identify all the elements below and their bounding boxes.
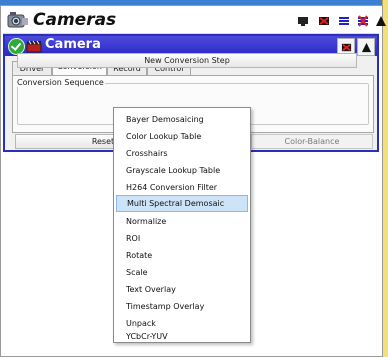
menu-item[interactable]: H264 Conversion Filter bbox=[116, 179, 248, 196]
menu-item[interactable]: Timestamp Overlay bbox=[116, 298, 248, 315]
camera-collapse-button[interactable] bbox=[357, 38, 375, 56]
x-icon bbox=[358, 15, 368, 27]
cameras-window: Cameras Camera Driver Record Control Con… bbox=[0, 5, 386, 357]
close-icon bbox=[319, 17, 329, 25]
collapse-triangle-icon bbox=[376, 16, 386, 26]
camera-title: Camera bbox=[45, 37, 101, 52]
conversion-sequence-label: Conversion Sequence bbox=[16, 78, 105, 87]
menu-item[interactable]: Scale bbox=[116, 264, 248, 281]
menu-item[interactable]: Rotate bbox=[116, 247, 248, 264]
menu-item[interactable]: Text Overlay bbox=[116, 281, 248, 298]
close-window-button[interactable] bbox=[316, 13, 332, 29]
remove-all-button[interactable] bbox=[355, 13, 371, 29]
menu-item-selected[interactable]: Multi Spectral Demosaic bbox=[116, 195, 248, 212]
conversion-step-menu: Bayer Demosaicing Color Lookup Table Cro… bbox=[113, 107, 251, 343]
app-title: Cameras bbox=[33, 10, 117, 30]
menu-item[interactable]: Bayer Demosaicing bbox=[116, 111, 248, 128]
cameras-app-icon bbox=[7, 12, 28, 28]
menu-item[interactable]: Crosshairs bbox=[116, 145, 248, 162]
list-button[interactable] bbox=[336, 13, 352, 29]
new-conversion-step-button[interactable]: New Conversion Step bbox=[17, 53, 357, 68]
menu-item[interactable]: Unpack bbox=[116, 315, 248, 332]
menu-item[interactable]: ROI bbox=[116, 230, 248, 247]
collapse-button[interactable] bbox=[373, 13, 388, 29]
menu-item[interactable]: YCbCr-YUV bbox=[116, 332, 248, 342]
menu-item[interactable]: Color Lookup Table bbox=[116, 128, 248, 145]
menu-item[interactable]: Grayscale Lookup Table bbox=[116, 162, 248, 179]
close-icon bbox=[341, 43, 351, 51]
list-icon bbox=[339, 17, 349, 25]
minimize-icon bbox=[298, 17, 308, 26]
clapperboard-icon bbox=[26, 40, 42, 53]
minimize-button[interactable] bbox=[295, 13, 311, 29]
color-balance-button[interactable]: Color-Balance bbox=[251, 134, 373, 149]
collapse-triangle-icon bbox=[361, 42, 371, 52]
menu-item[interactable]: Normalize bbox=[116, 213, 248, 230]
cameras-header: Cameras bbox=[3, 9, 386, 34]
